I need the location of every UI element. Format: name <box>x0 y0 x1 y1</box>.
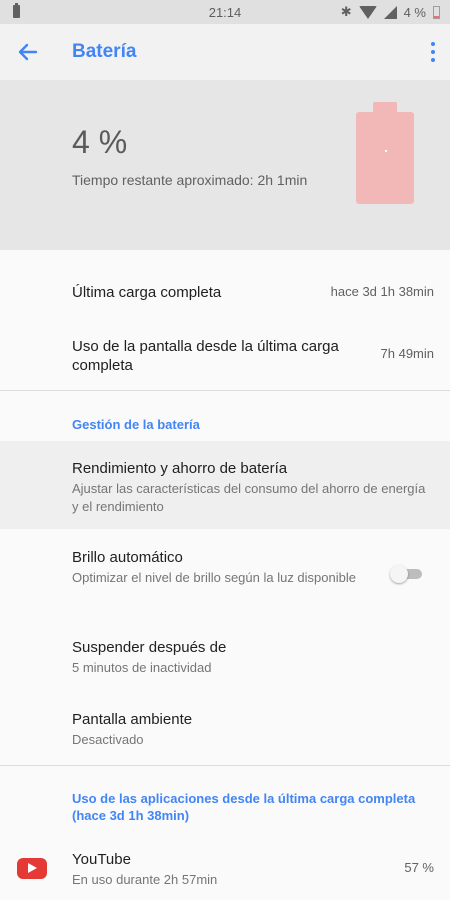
wifi-icon <box>358 5 377 19</box>
auto-brightness-row[interactable]: Brillo automático Optimizar el nivel de … <box>72 548 370 587</box>
performance-title: Rendimiento y ahorro de batería <box>72 460 288 477</box>
divider <box>0 765 450 766</box>
youtube-icon <box>17 858 47 879</box>
status-icons: ✱ 4 % <box>341 4 440 20</box>
ambient-display-row[interactable]: Pantalla ambiente Desactivado <box>72 710 434 749</box>
sleep-row[interactable]: Suspender después de 5 minutos de inacti… <box>72 638 434 677</box>
performance-row[interactable]: Rendimiento y ahorro de batería Ajustar … <box>72 459 434 516</box>
app-usage-header: Uso de las aplicaciones desde la última … <box>72 791 416 823</box>
app-usage-detail: En uso durante 2h 57min <box>72 872 218 887</box>
screen-usage-value: 7h 49min <box>380 346 434 361</box>
battery-header: 4 % Tiempo restante aproximado: 2h 1min <box>0 80 450 250</box>
sleep-subtitle: 5 minutos de inactividad <box>72 660 212 675</box>
more-options-icon[interactable] <box>428 38 438 66</box>
sleep-title: Suspender después de <box>72 639 227 656</box>
performance-subtitle: Ajustar las características del consumo … <box>72 481 426 514</box>
screen-usage-label: Uso de la pantalla desde la última carga… <box>72 338 339 374</box>
ambient-display-subtitle: Desactivado <box>72 732 144 747</box>
divider <box>0 390 450 391</box>
last-charge-value: hace 3d 1h 38min <box>330 284 434 299</box>
battery-icon <box>433 5 440 19</box>
signal-icon <box>383 5 397 19</box>
list-item[interactable]: YouTube En uso durante 2h 57min 57 % <box>72 850 434 889</box>
ambient-display-title: Pantalla ambiente <box>72 711 193 728</box>
status-battery-percent: 4 % <box>403 4 426 20</box>
bluetooth-icon: ✱ <box>340 4 352 19</box>
app-usage-percent: 57 % <box>404 860 434 875</box>
back-arrow-icon[interactable] <box>14 38 42 66</box>
battery-level-icon <box>356 102 414 204</box>
app-bar: Batería <box>0 24 450 80</box>
screen-usage-row: Uso de la pantalla desde la última carga… <box>72 337 434 375</box>
battery-management-header: Gestión de la batería <box>72 417 200 432</box>
page-title: Batería <box>72 41 137 62</box>
app-name: YouTube <box>72 851 131 868</box>
auto-brightness-toggle[interactable] <box>390 565 424 583</box>
battery-percent: 4 % <box>72 124 128 160</box>
remaining-time: Tiempo restante aproximado: 2h 1min <box>72 172 308 188</box>
last-full-charge-row: Última carga completa hace 3d 1h 38min <box>72 283 434 302</box>
auto-brightness-subtitle: Optimizar el nivel de brillo según la lu… <box>72 570 356 585</box>
status-bar: 21:14 ✱ 4 % <box>0 0 450 24</box>
auto-brightness-title: Brillo automático <box>72 549 183 566</box>
